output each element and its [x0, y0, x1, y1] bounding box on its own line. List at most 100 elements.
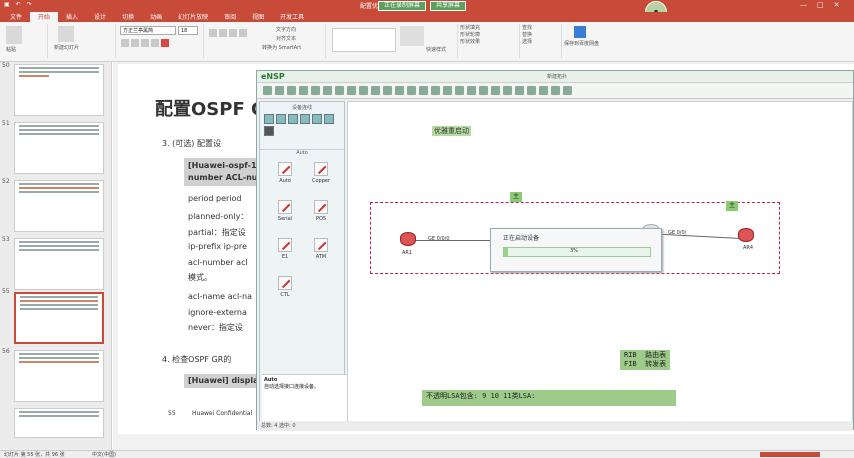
- zoom-slider[interactable]: [760, 452, 820, 457]
- bold-icon[interactable]: [121, 39, 129, 47]
- ribbon-tab[interactable]: 开发工具: [272, 12, 312, 22]
- cable-item[interactable]: ATM: [306, 238, 336, 268]
- toolbar-tool-icon[interactable]: [263, 86, 272, 95]
- toolbar-tool-icon[interactable]: [563, 86, 572, 95]
- slide-thumbnail-selected[interactable]: [14, 292, 104, 344]
- ribbon-tab[interactable]: 幻灯片放映: [170, 12, 216, 22]
- ribbon-tab[interactable]: 文件: [2, 12, 30, 22]
- paste-icon[interactable]: [6, 26, 22, 44]
- cable-item[interactable]: E1: [270, 238, 300, 268]
- toolbar-tool-icon[interactable]: [515, 86, 524, 95]
- quick-style-button[interactable]: 快速样式: [426, 46, 446, 53]
- font-name-select[interactable]: 方正兰亭黑简: [120, 26, 176, 35]
- cable-category-icon[interactable]: [264, 126, 274, 136]
- toolbar-tool-icon[interactable]: [443, 86, 452, 95]
- save-icon[interactable]: ▣: [4, 1, 10, 8]
- new-slide-icon[interactable]: [58, 26, 74, 42]
- close-icon[interactable]: ✕: [834, 1, 840, 9]
- graceful-restart-note[interactable]: 优雅重启动: [432, 126, 471, 136]
- shape-outline-button[interactable]: 形状轮廓: [460, 31, 519, 38]
- toolbar-tool-icon[interactable]: [335, 86, 344, 95]
- replace-button[interactable]: 替换: [522, 31, 561, 38]
- toolbar-tool-icon[interactable]: [395, 86, 404, 95]
- switch-category-icon[interactable]: [276, 114, 286, 124]
- undo-icon[interactable]: ↶: [16, 1, 21, 8]
- toolbar-tool-icon[interactable]: [407, 86, 416, 95]
- router-ar1-icon[interactable]: [400, 232, 416, 246]
- ribbon-tab[interactable]: 视图: [244, 12, 272, 22]
- numbering-icon[interactable]: [219, 29, 227, 37]
- cable-item[interactable]: POS: [306, 200, 336, 230]
- toolbar-tool-icon[interactable]: [431, 86, 440, 95]
- ribbon-tab[interactable]: 切换: [114, 12, 142, 22]
- recording-badge[interactable]: 正在录制屏幕: [378, 1, 427, 11]
- toolbar-tool-icon[interactable]: [347, 86, 356, 95]
- share-screen-button[interactable]: 共享屏幕: [430, 1, 467, 11]
- text-direction-button[interactable]: 文字方向: [276, 26, 296, 33]
- toolbar-tool-icon[interactable]: [503, 86, 512, 95]
- ribbon-tab[interactable]: 动画: [142, 12, 170, 22]
- toolbar-tool-icon[interactable]: [299, 86, 308, 95]
- toolbar-tool-icon[interactable]: [527, 86, 536, 95]
- toolbar-tool-icon[interactable]: [311, 86, 320, 95]
- select-button[interactable]: 选择: [522, 38, 561, 45]
- arrange-icon[interactable]: [400, 26, 424, 46]
- ribbon-tab[interactable]: 插入: [58, 12, 86, 22]
- toolbar-tool-icon[interactable]: [467, 86, 476, 95]
- cable-item[interactable]: Copper: [306, 162, 336, 192]
- redo-icon[interactable]: ↷: [27, 1, 32, 8]
- maximize-icon[interactable]: □: [817, 1, 824, 9]
- ribbon-tab[interactable]: 开始: [30, 12, 59, 22]
- slide-thumbnail[interactable]: [14, 350, 104, 402]
- pc-category-icon[interactable]: [312, 114, 322, 124]
- cable-item[interactable]: CTL: [270, 276, 300, 306]
- shapes-gallery[interactable]: [332, 28, 396, 52]
- toolbar-tool-icon[interactable]: [419, 86, 428, 95]
- font-color-icon[interactable]: [161, 39, 169, 47]
- slide-thumbnail[interactable]: [14, 180, 104, 232]
- italic-icon[interactable]: [131, 39, 139, 47]
- slide-thumbnail[interactable]: [14, 238, 104, 290]
- toolbar-tool-icon[interactable]: [371, 86, 380, 95]
- toolbar-tool-icon[interactable]: [359, 86, 368, 95]
- cable-item[interactable]: Auto: [270, 162, 300, 192]
- cloud-icon[interactable]: [574, 26, 586, 38]
- cloud-category-icon[interactable]: [324, 114, 334, 124]
- shape-effect-button[interactable]: 形状效果: [460, 38, 519, 45]
- font-size-select[interactable]: 18: [178, 26, 198, 35]
- strikethrough-icon[interactable]: [151, 39, 159, 47]
- link-ar1[interactable]: [414, 240, 494, 241]
- bullets-icon[interactable]: [209, 29, 217, 37]
- ribbon-tab[interactable]: 审阅: [216, 12, 244, 22]
- toolbar-tool-icon[interactable]: [383, 86, 392, 95]
- shape-fill-button[interactable]: 形状填充: [460, 24, 519, 31]
- find-button[interactable]: 查找: [522, 24, 561, 31]
- ribbon-tab[interactable]: 设计: [86, 12, 114, 22]
- opaque-lsa-note[interactable]: 不透明LSA包含: 9 10 11类LSA:: [422, 390, 676, 406]
- router-ar4-icon[interactable]: [738, 228, 754, 242]
- rib-fib-note[interactable]: RIB 路由表 FIB 转发表: [620, 350, 671, 370]
- toolbar-tool-icon[interactable]: [491, 86, 500, 95]
- underline-icon[interactable]: [141, 39, 149, 47]
- slide-thumbnail[interactable]: [14, 408, 104, 438]
- align-left-icon[interactable]: [229, 29, 237, 37]
- firewall-category-icon[interactable]: [300, 114, 310, 124]
- cable-item[interactable]: Serial: [270, 200, 300, 230]
- save-share-button[interactable]: 保存到百度网盘: [564, 40, 604, 47]
- smartart-button[interactable]: 转换为 SmartArt: [262, 44, 301, 51]
- slide-thumbnail[interactable]: [14, 122, 104, 174]
- toolbar-tool-icon[interactable]: [479, 86, 488, 95]
- toolbar-tool-icon[interactable]: [551, 86, 560, 95]
- align-text-button[interactable]: 对齐文本: [276, 35, 296, 42]
- align-center-icon[interactable]: [239, 29, 247, 37]
- router-category-icon[interactable]: [264, 114, 274, 124]
- toolbar-tool-icon[interactable]: [455, 86, 464, 95]
- zone-label-left[interactable]: 主: [510, 192, 522, 202]
- toolbar-tool-icon[interactable]: [323, 86, 332, 95]
- toolbar-tool-icon[interactable]: [539, 86, 548, 95]
- wlan-category-icon[interactable]: [288, 114, 298, 124]
- zone-label-right[interactable]: 主: [726, 201, 738, 211]
- toolbar-tool-icon[interactable]: [275, 86, 284, 95]
- toolbar-tool-icon[interactable]: [287, 86, 296, 95]
- slide-thumbnail[interactable]: [14, 64, 104, 116]
